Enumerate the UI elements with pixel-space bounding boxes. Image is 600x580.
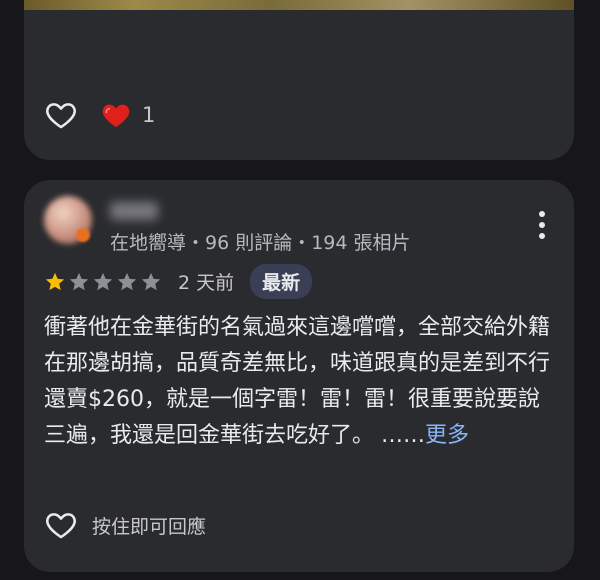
review-card: 在地嚮導・96 則評論・194 張相片 2 天前 最新 衝著他在金華街的名氣過來… (24, 180, 574, 572)
newest-badge: 最新 (250, 264, 313, 299)
like-count: 1 (142, 103, 156, 127)
star-empty-icon (117, 272, 137, 290)
review-photo[interactable] (24, 0, 574, 10)
heart-outline-icon[interactable] (44, 98, 78, 132)
reviewer-meta: 在地嚮導・96 則評論・194 張相片 (110, 232, 411, 254)
reply-hint: 按住即可回應 (92, 515, 207, 538)
local-guide-badge (76, 228, 90, 242)
more-vert-icon[interactable] (538, 210, 546, 240)
star-rating (44, 271, 164, 293)
reply-row[interactable]: 按住即可回應 (44, 508, 206, 542)
review-body: 衝著他在金華街的名氣過來這邊嚐嚐，全部交給外籍在那邊胡搞，品質奇差無比，味道跟真… (44, 315, 551, 448)
star-filled-icon (45, 272, 65, 290)
previous-review-card: 1 (24, 0, 574, 160)
reviewer-name-blurred[interactable] (110, 202, 158, 220)
star-empty-icon (69, 272, 89, 290)
rating-row: 2 天前 最新 (44, 264, 313, 299)
heart-outline-icon[interactable] (44, 508, 78, 542)
star-empty-icon (93, 272, 113, 290)
reaction-row: 1 (44, 98, 155, 132)
review-date: 2 天前 (178, 272, 235, 294)
heart-filled-icon (102, 104, 130, 127)
star-empty-icon (141, 272, 161, 290)
more-link[interactable]: 更多 (425, 423, 469, 448)
review-text: 衝著他在金華街的名氣過來這邊嚐嚐，全部交給外籍在那邊胡搞，品質奇差無比，味道跟真… (44, 310, 554, 454)
